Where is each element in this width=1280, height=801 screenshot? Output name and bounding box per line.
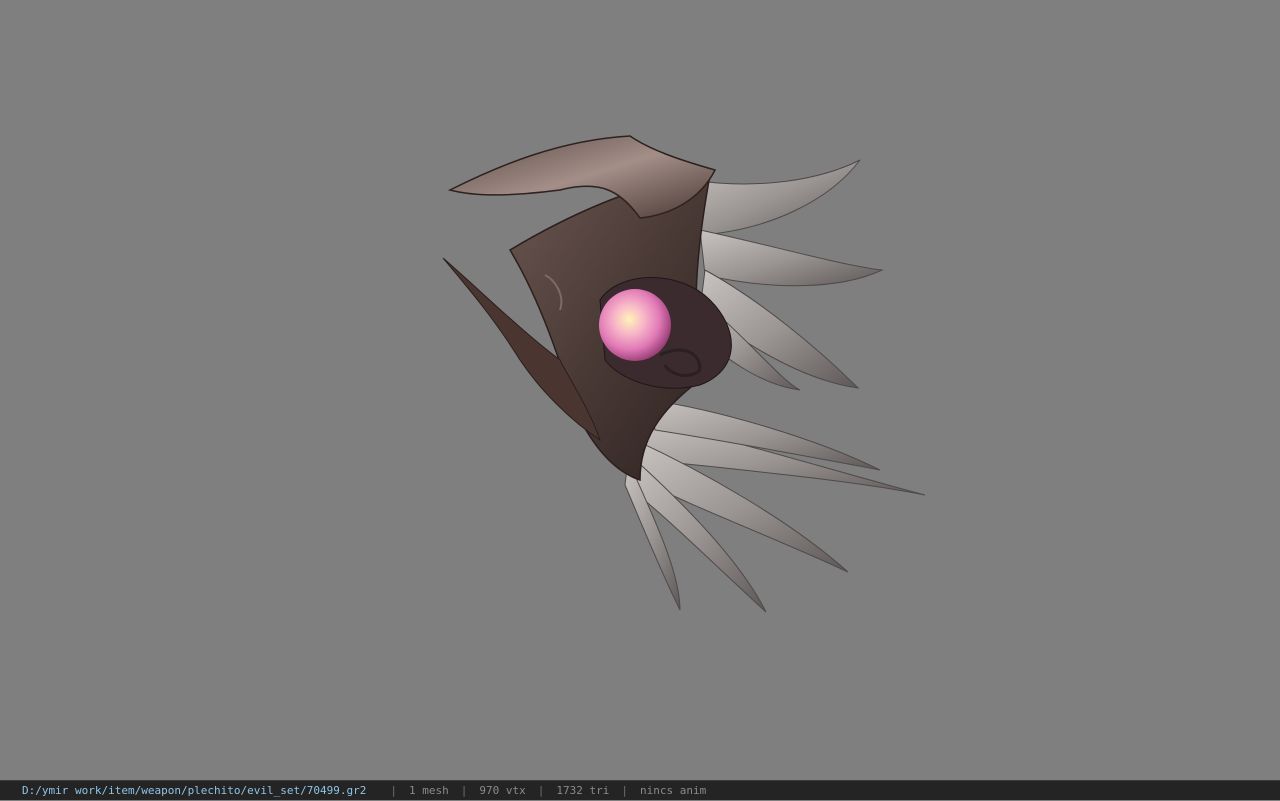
separator: | — [390, 783, 397, 797]
pink-orb — [599, 289, 671, 361]
separator: | — [621, 783, 628, 797]
file-path: D:/ymir work/item/weapon/plechito/evil_s… — [22, 783, 367, 797]
status-bar: D:/ymir work/item/weapon/plechito/evil_s… — [0, 780, 1280, 800]
3d-model-shield[interactable] — [0, 0, 1280, 780]
separator: | — [537, 783, 545, 797]
3d-viewport[interactable] — [0, 0, 1280, 780]
vertex-count: 970 vtx — [479, 783, 526, 797]
lower-feathers — [624, 399, 926, 613]
mesh-count: 1 mesh — [409, 783, 449, 797]
triangle-count: 1732 tri — [556, 783, 610, 797]
animation-status: nincs anim — [639, 783, 707, 797]
horn — [447, 135, 717, 219]
separator: | — [460, 783, 468, 797]
